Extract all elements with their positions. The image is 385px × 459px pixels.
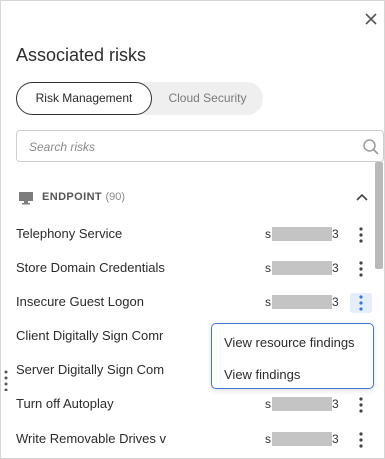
more-vertical-icon <box>359 295 363 311</box>
risk-name: Telephony Service <box>16 226 123 241</box>
associated-risks-panel: Associated risks Risk Management Cloud S… <box>0 0 385 459</box>
risk-owner: s 3 <box>265 260 345 276</box>
row-menu-button[interactable] <box>350 225 372 245</box>
close-icon <box>365 13 377 25</box>
owner-text-start: s <box>265 261 271 275</box>
more-vertical-icon <box>359 227 363 243</box>
risk-owner: s 3 <box>265 396 345 412</box>
group-name: ENDPOINT <box>42 191 103 203</box>
owner-text-end: 3 <box>332 261 339 275</box>
risk-name: Turn off Autoplay <box>16 396 114 411</box>
tab-risk-management[interactable]: Risk Management <box>16 82 152 115</box>
group-header-endpoint[interactable]: ENDPOINT (90) <box>16 188 371 208</box>
row-menu-button[interactable] <box>350 395 372 415</box>
owner-text-start: s <box>265 295 271 309</box>
risk-name: Insecure Guest Logon <box>16 294 144 309</box>
risk-row[interactable]: Store Domain Credentials s 3 <box>16 257 371 279</box>
row-menu-button[interactable] <box>350 293 372 313</box>
risk-name: Client Digitally Sign Comr <box>16 328 164 343</box>
search-box <box>16 130 384 162</box>
chevron-up-icon[interactable] <box>355 192 369 202</box>
owner-text-end: 3 <box>332 295 339 309</box>
group-count: (90) <box>105 191 126 203</box>
panel-title: Associated risks <box>16 45 147 65</box>
scroll-thumb[interactable] <box>375 162 383 269</box>
more-vertical-icon <box>359 261 363 277</box>
owner-text-end: 3 <box>332 397 339 411</box>
owner-text-start: s <box>265 432 271 446</box>
more-vertical-icon <box>359 397 363 413</box>
redacted-block <box>272 295 332 309</box>
menu-item-view-resource-findings[interactable]: View resource findings <box>224 335 355 350</box>
scrollbar[interactable] <box>375 162 383 459</box>
risk-name: Server Digitally Sign Com <box>16 362 165 377</box>
drag-handle-icon[interactable] <box>3 369 9 391</box>
redacted-block <box>272 397 332 411</box>
risk-name: Store Domain Credentials <box>16 260 165 275</box>
search-icon[interactable] <box>362 138 380 156</box>
group-title: ENDPOINT (90) <box>42 191 125 203</box>
owner-text-end: 3 <box>332 432 339 446</box>
risk-owner: s 3 <box>265 294 345 310</box>
row-menu-button[interactable] <box>350 430 372 450</box>
redacted-block <box>272 227 332 241</box>
tab-cloud-security[interactable]: Cloud Security <box>152 82 263 115</box>
risk-row[interactable]: Telephony Service s 3 <box>16 223 371 245</box>
risk-owner: s 3 <box>265 431 345 447</box>
redacted-block <box>272 261 332 275</box>
row-context-menu: View resource findings View findings <box>211 323 374 389</box>
row-menu-button[interactable] <box>350 259 372 279</box>
close-button[interactable] <box>362 10 380 28</box>
redacted-block <box>272 432 332 446</box>
owner-text-end: 3 <box>332 227 339 241</box>
tab-switcher: Risk Management Cloud Security <box>16 82 263 115</box>
owner-text-start: s <box>265 397 271 411</box>
search-input[interactable] <box>29 138 349 156</box>
risk-name: Write Removable Drives v <box>16 431 167 446</box>
owner-text-start: s <box>265 227 271 241</box>
risk-row[interactable]: Turn off Autoplay s 3 <box>16 393 371 415</box>
more-vertical-icon <box>359 432 363 448</box>
risk-owner: s 3 <box>265 226 345 242</box>
menu-item-view-findings[interactable]: View findings <box>224 367 300 382</box>
risk-row[interactable]: Insecure Guest Logon s 3 <box>16 291 372 313</box>
monitor-icon <box>19 192 33 205</box>
risk-row[interactable]: Write Removable Drives v s 3 <box>16 428 371 450</box>
